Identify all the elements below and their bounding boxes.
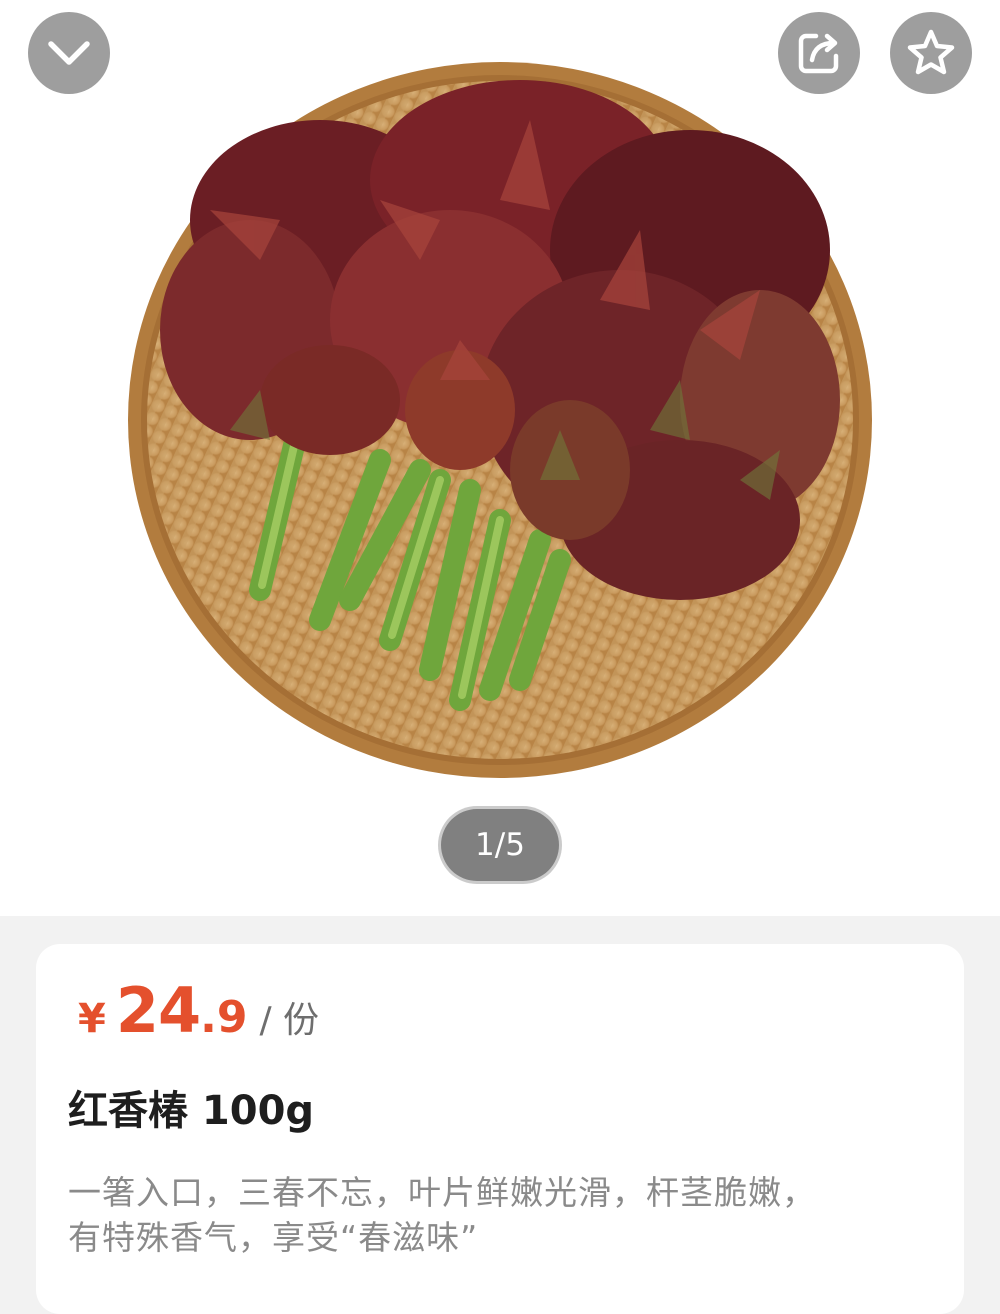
product-image[interactable] <box>0 0 1000 916</box>
share-button[interactable] <box>778 12 860 94</box>
product-info-card: ¥ 24 .9 / 份 红香椿 100g 一箸入口，三春不忘，叶片鲜嫩光滑，杆茎… <box>36 944 964 1314</box>
product-description-line: 有特殊香气，享受“春滋味” <box>68 1218 479 1257</box>
product-gallery[interactable]: 1/5 <box>0 0 1000 916</box>
favorite-button[interactable] <box>890 12 972 94</box>
price-unit: / 份 <box>259 1000 320 1041</box>
price-row: ¥ 24 .9 / 份 <box>78 974 319 1054</box>
gallery-page-indicator: 1/5 <box>438 806 562 884</box>
product-description: 一箸入口，三春不忘，叶片鲜嫩光滑，杆茎脆嫩， 有特殊香气，享受“春滋味” <box>68 1170 948 1260</box>
collapse-button[interactable] <box>28 12 110 94</box>
price-currency: ¥ <box>78 996 106 1042</box>
chevron-down-icon <box>48 41 90 65</box>
star-icon <box>907 29 955 75</box>
product-title: 红香椿 100g <box>68 1088 315 1134</box>
price-decimal: .9 <box>200 992 248 1043</box>
price-integer: 24 <box>115 974 201 1047</box>
share-icon <box>798 33 839 74</box>
product-description-line: 一箸入口，三春不忘，叶片鲜嫩光滑，杆茎脆嫩， <box>68 1173 816 1212</box>
